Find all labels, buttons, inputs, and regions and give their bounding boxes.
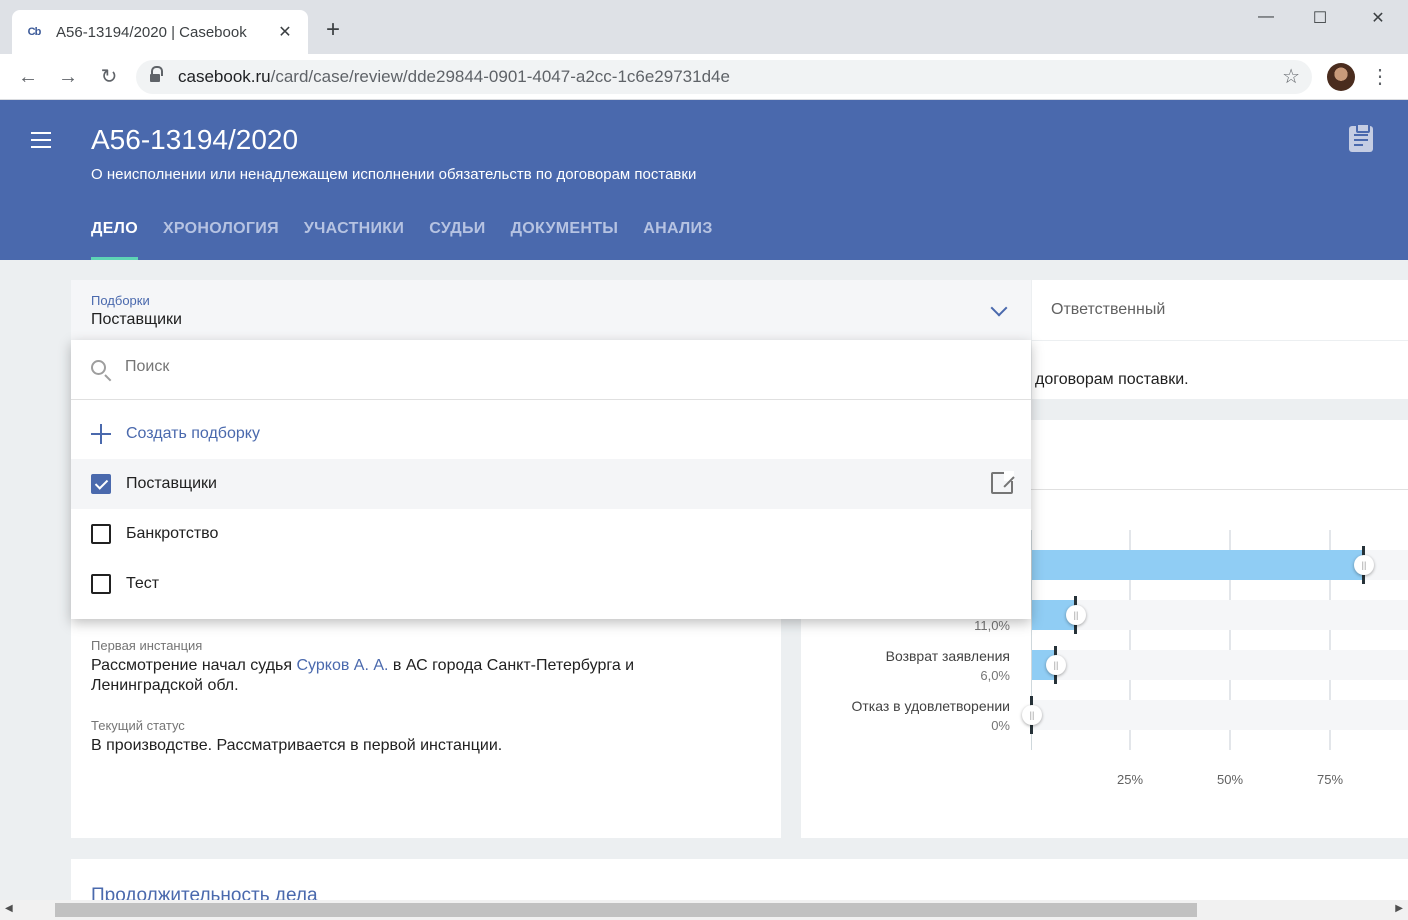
bookmark-star-icon[interactable]: ☆ (1282, 64, 1300, 89)
dropdown-search (71, 340, 1031, 400)
browser-tab[interactable]: Cb А56-13194/2020 | Casebook ✕ (12, 10, 308, 54)
browser-toolbar: ← → ↻ casebook.ru/card/case/review/dde29… (0, 54, 1408, 100)
profile-avatar[interactable] (1327, 63, 1355, 91)
lock-icon (150, 66, 163, 83)
menu-kebab-icon[interactable]: ⋮ (1370, 64, 1390, 89)
tick-label: 25% (1116, 772, 1144, 787)
collection-label: Поставщики (126, 475, 217, 492)
bar-handle-icon[interactable]: || (1354, 555, 1374, 575)
status-text: В производстве. Рассматривается в первой… (91, 737, 503, 754)
subject-fragment: договорам поставки. (1035, 371, 1189, 388)
minimize-icon[interactable]: — (1251, 8, 1281, 26)
bar-handle-icon[interactable]: || (1046, 655, 1066, 675)
casebook-favicon-icon: Cb (27, 26, 42, 38)
window-close-icon[interactable]: ✕ (1363, 8, 1393, 28)
chart-category-label: Отказ в удовлетворении (851, 698, 1010, 714)
browser-tabbar: Cb А56-13194/2020 | Casebook ✕ + — ☐ ✕ (0, 0, 1408, 54)
chart-value-label: 11,0% (974, 618, 1010, 633)
case-tabs: ДЕЛО ХРОНОЛОГИЯ УЧАСТНИКИ СУДЬИ ДОКУМЕНТ… (91, 220, 738, 260)
horizontal-scrollbar[interactable]: ◀ ▶ (0, 900, 1408, 920)
new-tab-icon[interactable]: + (326, 18, 340, 42)
tab-delo[interactable]: ДЕЛО (91, 220, 138, 260)
chart-category-label: Возврат заявления (885, 648, 1010, 664)
hamburger-menu-icon[interactable] (31, 132, 51, 148)
app-header: А56-13194/2020 О неисполнении или ненадл… (0, 100, 1408, 260)
chart-bar (1032, 550, 1364, 580)
collections-label: Подборки (91, 293, 150, 308)
create-collection-label: Создать подборку (126, 425, 260, 442)
clipboard-icon[interactable] (1349, 123, 1373, 152)
plus-icon (91, 424, 111, 444)
chevron-down-icon[interactable] (990, 299, 1008, 317)
responsible-field[interactable]: Ответственный (1032, 280, 1408, 340)
close-tab-icon[interactable]: ✕ (276, 22, 294, 42)
open-external-icon[interactable] (991, 471, 1014, 494)
first-instance-label: Первая инстанция (91, 638, 203, 653)
tick-label: 50% (1216, 772, 1244, 787)
tick-label: 75% (1316, 772, 1344, 787)
collection-label: Тест (126, 575, 160, 592)
responsible-label: Ответственный (1051, 301, 1166, 318)
tab-analysis[interactable]: АНАЛИЗ (643, 220, 712, 260)
collections-value: Поставщики (91, 311, 182, 328)
tab-title: А56-13194/2020 | Casebook (56, 23, 247, 41)
case-number: А56-13194/2020 (91, 124, 299, 155)
chart-row: || (1032, 546, 1408, 584)
checkbox-unchecked[interactable] (91, 524, 111, 544)
forward-icon[interactable]: → (55, 64, 81, 90)
scrollbar-thumb[interactable] (55, 903, 1197, 917)
scroll-left-icon[interactable]: ◀ (5, 903, 13, 914)
search-input[interactable] (125, 358, 985, 376)
first-instance-text: Рассмотрение начал судья Сурков А. А. в … (91, 657, 635, 694)
chart-row: || (1022, 696, 1408, 734)
judge-link[interactable]: Сурков А. А. (296, 657, 388, 674)
checkbox-unchecked[interactable] (91, 574, 111, 594)
create-collection-button[interactable]: Создать подборку (71, 409, 1031, 459)
bar-handle-icon[interactable]: || (1022, 705, 1042, 725)
collection-item-suppliers[interactable]: Поставщики (71, 459, 1031, 509)
address-bar[interactable]: casebook.ru/card/case/review/dde29844-09… (136, 60, 1312, 94)
chart-value-label: 0% (991, 718, 1010, 733)
case-info-card: Первая инстанция Рассмотрение начал судь… (71, 600, 781, 838)
tab-chronology[interactable]: ХРОНОЛОГИЯ (163, 220, 279, 260)
tab-participants[interactable]: УЧАСТНИКИ (304, 220, 404, 260)
back-icon[interactable]: ← (15, 64, 41, 90)
collection-item-bankruptcy[interactable]: Банкротство (71, 509, 1031, 559)
tab-documents[interactable]: ДОКУМЕНТЫ (511, 220, 619, 260)
reload-icon[interactable]: ↻ (96, 64, 122, 90)
maximize-icon[interactable]: ☐ (1305, 8, 1335, 28)
collection-label: Банкротство (126, 525, 219, 542)
status-label: Текущий статус (91, 718, 185, 733)
url-text: casebook.ru/card/case/review/dde29844-09… (178, 67, 730, 86)
checkbox-checked[interactable] (91, 474, 111, 494)
collection-item-test[interactable]: Тест (71, 559, 1031, 609)
right-info-card: договорам поставки. (1032, 341, 1408, 399)
search-icon (91, 360, 106, 375)
chart-row: || (1032, 646, 1408, 684)
case-subject: О неисполнении или ненадлежащем исполнен… (91, 166, 697, 183)
duration-card: Продолжительность дела (71, 859, 1408, 906)
bar-handle-icon[interactable]: || (1066, 605, 1086, 625)
collections-dropdown: Создать подборку Поставщики Банкротство … (71, 340, 1031, 619)
chart-row: || (1032, 596, 1408, 634)
chart-value-label: 6,0% (980, 668, 1010, 683)
scroll-right-icon[interactable]: ▶ (1395, 903, 1403, 914)
tab-judges[interactable]: СУДЬИ (429, 220, 485, 260)
collections-select[interactable]: Подборки Поставщики (71, 280, 1031, 340)
